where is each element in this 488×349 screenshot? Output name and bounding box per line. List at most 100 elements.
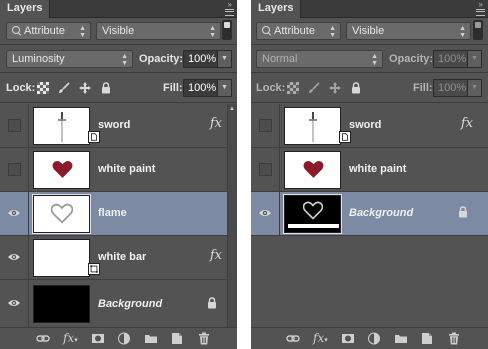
filter-toggle[interactable] xyxy=(222,20,232,40)
opacity-field[interactable]: 100% xyxy=(183,50,218,68)
delete-layer-icon[interactable] xyxy=(197,332,211,345)
new-layer-icon[interactable] xyxy=(420,332,434,345)
link-layers-icon[interactable] xyxy=(286,332,300,345)
layer-name[interactable]: sword xyxy=(349,118,381,132)
lock-transparent-pixels-icon[interactable] xyxy=(287,82,299,94)
filter-kind-value: Attribute xyxy=(24,25,65,37)
filter-kind-dropdown[interactable]: Attribute ▲ ▼ xyxy=(256,22,341,40)
search-icon xyxy=(262,26,272,36)
adjustment-layer-icon[interactable] xyxy=(117,332,131,345)
add-mask-icon[interactable] xyxy=(341,332,355,345)
panel-titlebar: Layers » xyxy=(0,0,237,18)
blend-mode-value: Luminosity xyxy=(12,53,65,65)
eye-icon xyxy=(7,252,21,262)
menu-lines-icon xyxy=(225,9,234,16)
lock-image-pixels-icon[interactable] xyxy=(308,82,320,94)
layer-row-background[interactable]: Background xyxy=(251,192,488,236)
delete-layer-icon[interactable] xyxy=(447,332,461,345)
lock-label: Lock: xyxy=(256,82,286,94)
visibility-toggle[interactable] xyxy=(0,192,29,236)
visibility-toggle[interactable] xyxy=(0,148,29,192)
fx-icon[interactable]: fx xyxy=(210,248,222,264)
fx-icon[interactable]: fx▾ xyxy=(313,330,328,348)
fx-icon[interactable]: fx▾ xyxy=(63,330,78,348)
collapse-icon[interactable]: » xyxy=(479,1,483,9)
layer-row-white-paint[interactable]: white paint xyxy=(251,148,488,192)
new-group-icon[interactable] xyxy=(144,332,158,345)
dropdown-arrows-icon: ▲ ▼ xyxy=(371,53,378,67)
fx-icon[interactable]: fx xyxy=(210,116,222,132)
fill-dropdown-button[interactable]: ▼ xyxy=(218,79,232,97)
blend-mode-dropdown[interactable]: Normal ▲ ▼ xyxy=(256,50,383,68)
layer-row-sword[interactable]: sword fx xyxy=(0,104,237,148)
layer-thumbnail-white-paint xyxy=(284,151,341,189)
shape-layer-icon xyxy=(88,263,100,275)
layer-name[interactable]: white bar xyxy=(98,250,146,264)
layer-name[interactable]: Background xyxy=(98,297,162,311)
lock-position-icon[interactable] xyxy=(79,82,91,94)
layers-panel-right: Layers » Attribute ▲ ▼ Visible ▲ ▼ Normal … xyxy=(251,0,488,349)
filter-value: Visible xyxy=(352,25,385,37)
layer-row-sword[interactable]: sword fx xyxy=(251,104,488,148)
visibility-toggle[interactable] xyxy=(251,192,280,236)
link-layers-icon[interactable] xyxy=(36,332,50,345)
scroll-up-icon[interactable]: ▲ xyxy=(229,106,235,112)
filter-value-dropdown[interactable]: Visible ▲ ▼ xyxy=(346,22,471,40)
layer-thumbnail-background xyxy=(33,285,90,323)
dropdown-arrows-icon: ▲ ▼ xyxy=(121,53,128,67)
add-mask-icon[interactable] xyxy=(91,332,105,345)
scrollbar[interactable]: ▲ xyxy=(227,104,237,327)
filter-row: Attribute ▲ ▼ Visible ▲ ▼ xyxy=(0,18,237,44)
fill-dropdown-button[interactable]: ▼ xyxy=(468,79,482,97)
opacity-dropdown-button[interactable]: ▼ xyxy=(468,50,482,68)
lock-all-icon[interactable] xyxy=(101,82,111,94)
filter-kind-dropdown[interactable]: Attribute ▲ ▼ xyxy=(6,22,91,40)
layer-name[interactable]: flame xyxy=(98,206,127,220)
lock-label: Lock: xyxy=(6,82,36,94)
visibility-toggle[interactable] xyxy=(251,148,280,192)
opacity-field[interactable]: 100% xyxy=(433,50,468,68)
eye-icon xyxy=(7,298,21,308)
adjustment-layer-icon[interactable] xyxy=(367,332,381,345)
opacity-dropdown-button[interactable]: ▼ xyxy=(218,50,232,68)
fill-field[interactable]: 100% xyxy=(433,79,468,97)
panel-menu-icon[interactable]: » xyxy=(219,0,235,17)
fill-label: Fill: xyxy=(163,82,183,94)
lock-image-pixels-icon[interactable] xyxy=(58,82,70,94)
search-icon xyxy=(12,26,22,36)
visibility-toggle[interactable] xyxy=(0,104,29,148)
filter-value-dropdown[interactable]: Visible ▲ ▼ xyxy=(96,22,221,40)
fill-field[interactable]: 100% xyxy=(183,79,218,97)
dropdown-arrows-icon: ▲ ▼ xyxy=(329,25,336,39)
panel-bottom-toolbar: fx▾ xyxy=(0,327,237,349)
layer-name[interactable]: white paint xyxy=(98,162,155,176)
lock-row: Lock: Fill: 100% ▼ xyxy=(251,74,488,102)
layer-thumbnail-sword xyxy=(33,107,90,145)
fx-icon[interactable]: fx xyxy=(461,116,473,132)
new-group-icon[interactable] xyxy=(394,332,408,345)
visibility-toggle[interactable] xyxy=(251,104,280,148)
tab-layers[interactable]: Layers xyxy=(251,0,302,18)
fill-label: Fill: xyxy=(413,82,433,94)
layer-name[interactable]: Background xyxy=(349,206,413,220)
collapse-icon[interactable]: » xyxy=(228,1,232,9)
layer-row-white-paint[interactable]: white paint xyxy=(0,148,237,192)
panel-menu-icon[interactable]: » xyxy=(470,0,486,17)
dropdown-arrows-icon: ▲ ▼ xyxy=(79,25,86,39)
tab-layers[interactable]: Layers xyxy=(0,0,51,18)
blend-mode-value: Normal xyxy=(262,53,298,65)
layer-name[interactable]: white paint xyxy=(349,162,406,176)
visibility-toggle[interactable] xyxy=(0,280,29,327)
layer-row-flame[interactable]: flame xyxy=(0,192,237,236)
filter-row: Attribute ▲ ▼ Visible ▲ ▼ xyxy=(251,18,488,44)
new-layer-icon[interactable] xyxy=(170,332,184,345)
visibility-toggle[interactable] xyxy=(0,236,29,280)
filter-toggle[interactable] xyxy=(473,20,483,40)
layer-name[interactable]: sword xyxy=(98,118,130,132)
layer-row-white-bar[interactable]: white bar fx xyxy=(0,236,237,280)
blend-mode-dropdown[interactable]: Luminosity ▲ ▼ xyxy=(6,50,133,68)
lock-all-icon[interactable] xyxy=(351,82,361,94)
lock-transparent-pixels-icon[interactable] xyxy=(37,82,49,94)
layer-row-background[interactable]: Background xyxy=(0,280,237,327)
lock-position-icon[interactable] xyxy=(329,82,341,94)
